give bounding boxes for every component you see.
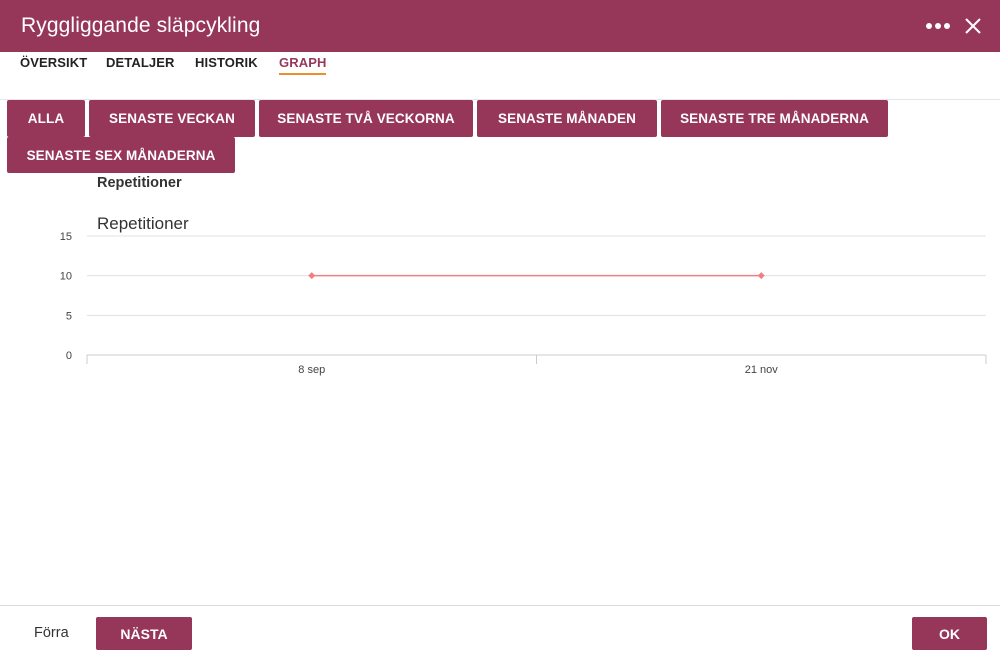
previous-button[interactable]: Förra [34,625,69,641]
chart-svg: Repetitioner 0 5 10 15 8 sep 21 nov [60,214,987,376]
y-tick-label: 0 [66,350,72,362]
close-icon [965,18,981,34]
y-tick-label: 15 [60,231,72,243]
y-tick-label: 5 [66,310,72,322]
tab-bar: ÖVERSIKT DETALJER HISTORIK GRAPH [0,52,1000,100]
more-dot [944,23,950,29]
more-options-button[interactable] [920,14,956,38]
more-horizontal-icon [926,23,932,29]
ok-button[interactable]: OK [912,617,987,650]
repetitions-chart: Repetitioner 0 5 10 15 8 sep 21 nov [0,205,1000,390]
range-button-six-months[interactable]: SENASTE SEX MÅNADERNA [7,137,235,173]
x-tick-label: 8 sep [298,364,325,376]
tab-graph[interactable]: GRAPH [279,55,327,75]
data-point [308,272,316,280]
chart-title: Repetitioner [97,214,189,233]
range-button-all[interactable]: ALLA [7,100,85,137]
dialog-footer: Förra NÄSTA OK [0,605,1000,657]
section-label: Repetitioner [97,175,182,191]
range-button-month[interactable]: SENASTE MÅNADEN [477,100,657,137]
close-button[interactable] [961,14,985,38]
data-point [757,272,765,280]
y-tick-label: 10 [60,271,72,283]
dialog-header: Ryggliggande släpcykling [0,0,1000,52]
range-button-two-weeks[interactable]: SENASTE TVÅ VECKORNA [259,100,473,137]
range-button-week[interactable]: SENASTE VECKAN [89,100,255,137]
range-button-three-months[interactable]: SENASTE TRE MÅNADERNA [661,100,888,137]
tab-historik[interactable]: HISTORIK [195,55,258,73]
tab-oversikt[interactable]: ÖVERSIKT [20,55,87,73]
next-button[interactable]: NÄSTA [96,617,192,650]
x-tick-label: 21 nov [745,364,779,376]
dialog-title: Ryggliggande släpcykling [21,14,261,37]
tab-detaljer[interactable]: DETALJER [106,55,174,73]
more-dot [935,23,941,29]
